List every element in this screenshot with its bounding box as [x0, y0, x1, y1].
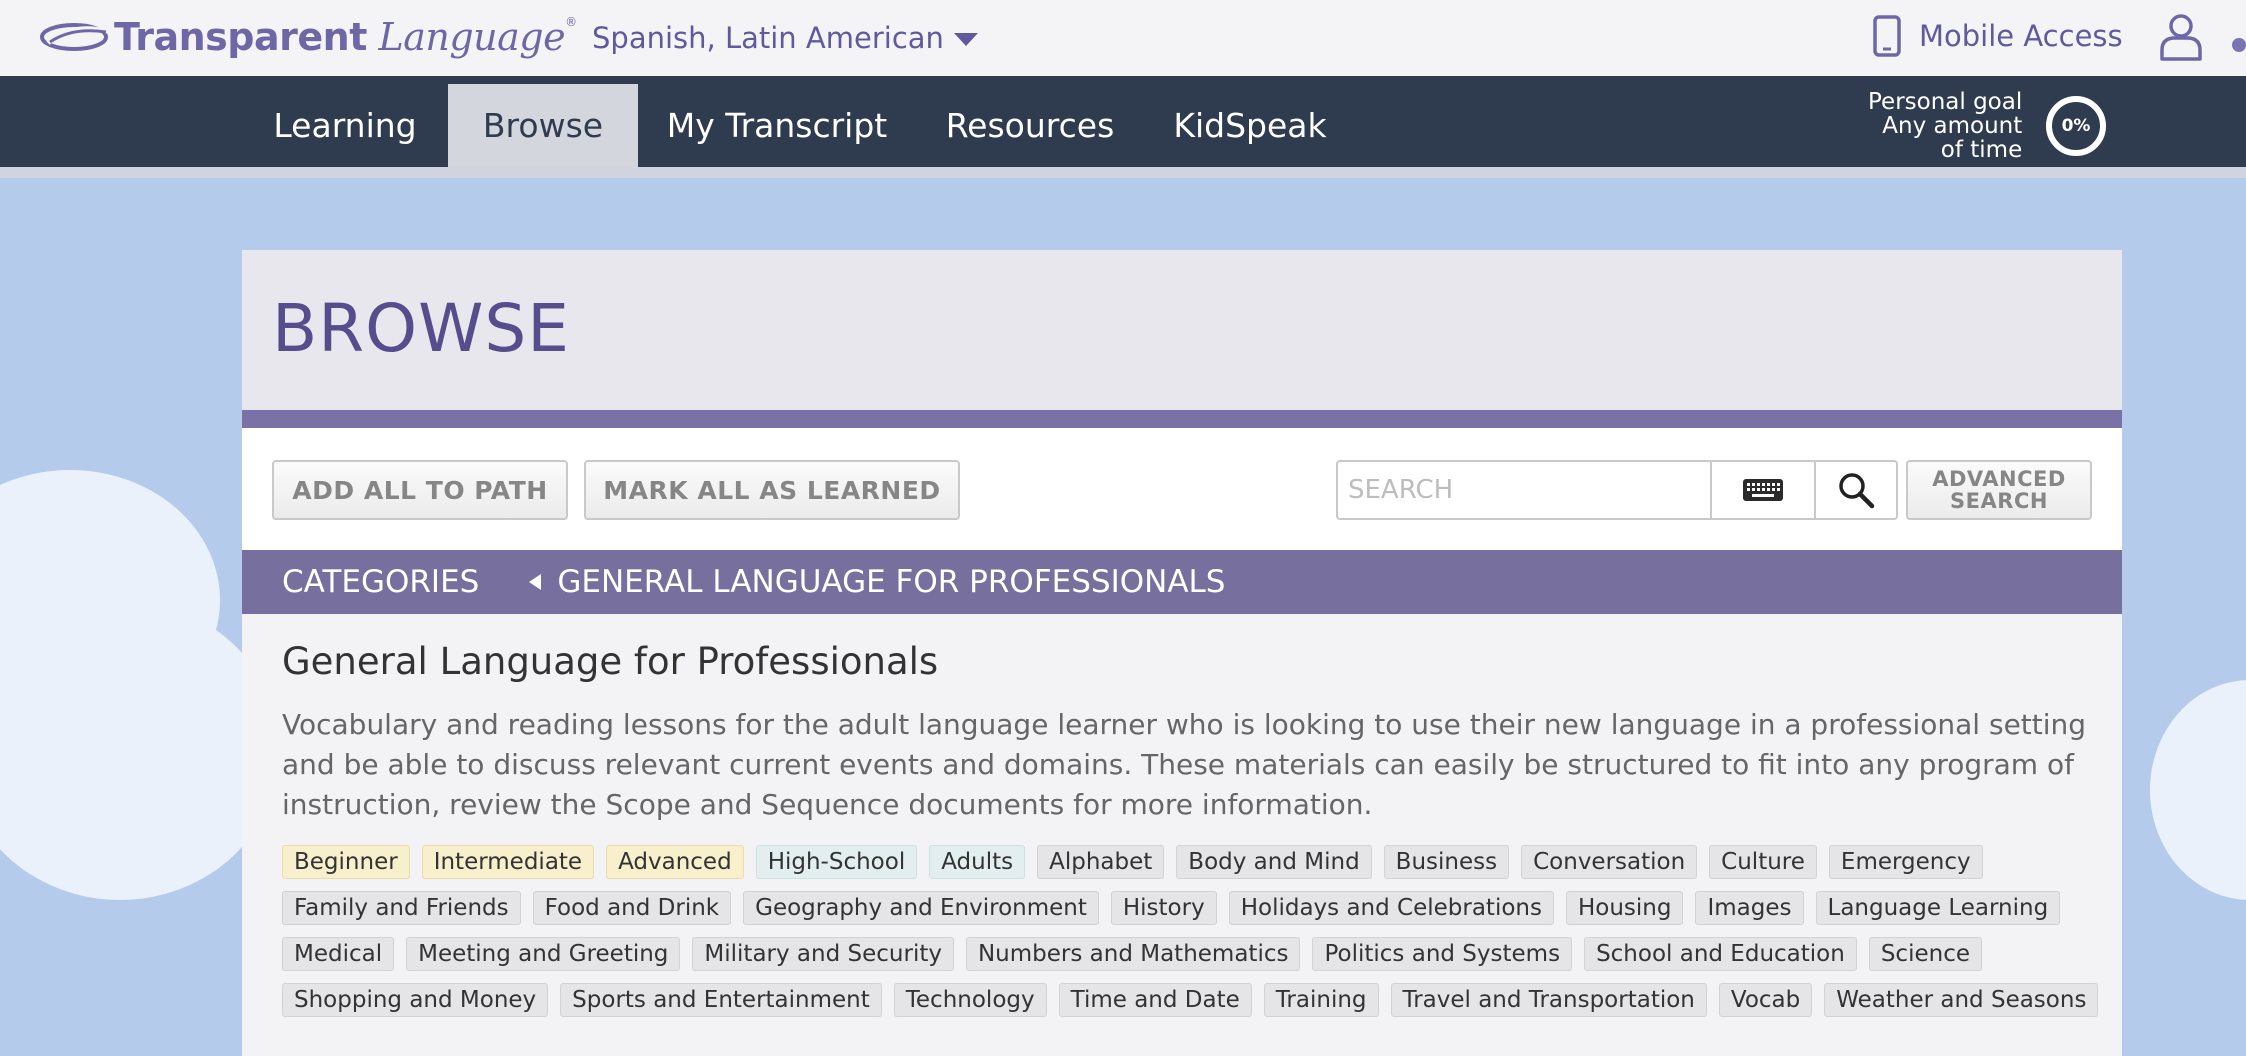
cloud-right	[2150, 680, 2246, 900]
mark-all-label: MARK ALL AS LEARNED	[603, 475, 941, 505]
advanced-search-label-1: ADVANCED	[1932, 467, 2066, 491]
page-title: BROWSE	[272, 290, 570, 367]
tag-chip[interactable]: Beginner	[282, 845, 410, 879]
more-icon[interactable]	[2232, 38, 2246, 52]
goal-line-1: Personal goal	[1868, 89, 2023, 115]
logo-registered-mark: ®	[565, 15, 577, 29]
tag-chip[interactable]: Holidays and Celebrations	[1228, 891, 1554, 925]
logo-swoosh-icon	[40, 23, 109, 51]
tag-chip[interactable]: School and Education	[1584, 937, 1857, 971]
tag-chip[interactable]: Medical	[282, 937, 395, 971]
mobile-access-label: Mobile Access	[1919, 19, 2123, 53]
language-selector-label: Spanish, Latin American	[592, 21, 944, 55]
tag-chip[interactable]: Culture	[1709, 845, 1817, 879]
language-selector[interactable]: Spanish, Latin American	[592, 18, 978, 58]
tag-chip[interactable]: Body and Mind	[1176, 845, 1372, 879]
virtual-keyboard-button[interactable]	[1710, 460, 1816, 520]
tag-chip[interactable]: Vocab	[1718, 983, 1813, 1017]
tag-chip[interactable]: History	[1110, 891, 1217, 925]
tag-chip[interactable]: Politics and Systems	[1312, 937, 1573, 971]
panel-header: BROWSE	[242, 250, 2122, 410]
tag-chip[interactable]: Housing	[1565, 891, 1684, 925]
search-input[interactable]	[1336, 460, 1710, 520]
tab-kidspeak-label: KidSpeak	[1173, 106, 1327, 145]
tab-learning-label: Learning	[273, 106, 417, 145]
tab-resources[interactable]: Resources	[940, 84, 1120, 167]
header-divider	[242, 410, 2122, 428]
tag-chip[interactable]: Sports and Entertainment	[560, 983, 882, 1017]
phone-icon	[1873, 15, 1901, 57]
tag-chip[interactable]: Images	[1695, 891, 1804, 925]
search-button[interactable]	[1816, 460, 1898, 520]
tag-chip[interactable]: Emergency	[1828, 845, 1983, 879]
tag-chip[interactable]: Technology	[893, 983, 1047, 1017]
tab-resources-label: Resources	[945, 106, 1115, 145]
tab-browse[interactable]: Browse	[448, 84, 638, 167]
tag-chip[interactable]: Military and Security	[692, 937, 954, 971]
nav-underline	[0, 167, 2246, 178]
tab-my-transcript[interactable]: My Transcript	[662, 84, 892, 167]
logo-brand-bold: Transparent	[114, 15, 367, 59]
tab-my-transcript-label: My Transcript	[666, 106, 888, 145]
category-description: Vocabulary and reading lessons for the a…	[282, 708, 2087, 821]
personal-goal[interactable]: Personal goal Any amount of time	[1868, 90, 2022, 162]
transparent-language-logo[interactable]: Transparent Language®	[38, 12, 577, 62]
category-tags: Beginner Intermediate Advanced High-School A…	[282, 845, 2102, 1017]
keyboard-icon	[1743, 479, 1783, 501]
cloud-left-lower	[0, 600, 280, 900]
main-nav: Learning Browse My Transcript Resources …	[0, 76, 2246, 167]
goal-line-2: Any amount	[1882, 113, 2023, 139]
tag-chip[interactable]: Meeting and Greeting	[406, 937, 681, 971]
tag-chip[interactable]: Language Learning	[1815, 891, 2061, 925]
goal-line-3: of time	[1940, 137, 2023, 163]
browse-toolbar: ADD ALL TO PATH MARK ALL AS LEARNED SEAR…	[242, 428, 2122, 550]
top-bar: Transparent Language® Spanish, Latin Ame…	[0, 0, 2246, 76]
browse-panel: BROWSE ADD ALL TO PATH MARK ALL AS LEARN…	[242, 250, 2122, 1056]
mark-all-as-learned-button[interactable]: MARK ALL AS LEARNED	[584, 460, 960, 520]
breadcrumb-current: GENERAL LANGUAGE FOR PROFESSIONALS	[557, 564, 1226, 600]
mobile-access-link[interactable]: Mobile Access	[1873, 14, 2123, 58]
logo-brand-italic: Language	[378, 15, 566, 59]
category-content: General Language for Professionals Vocab…	[282, 640, 2102, 1017]
tag-chip[interactable]: Training	[1263, 983, 1379, 1017]
tag-chip[interactable]: Family and Friends	[282, 891, 521, 925]
goal-percent: 0%	[2061, 116, 2091, 136]
add-all-label: ADD ALL TO PATH	[292, 475, 548, 505]
tag-chip[interactable]: Geography and Environment	[743, 891, 1099, 925]
tag-chip[interactable]: Alphabet	[1037, 845, 1165, 879]
tag-chip[interactable]: Business	[1383, 845, 1510, 879]
tag-chip[interactable]: Conversation	[1521, 845, 1698, 879]
tab-browse-label: Browse	[482, 106, 604, 145]
tag-chip[interactable]: Adults	[929, 845, 1026, 879]
tag-chip[interactable]: Travel and Transportation	[1390, 983, 1707, 1017]
logo-text: Transparent Language®	[114, 15, 577, 59]
tag-chip[interactable]: Science	[1868, 937, 1982, 971]
add-all-to-path-button[interactable]: ADD ALL TO PATH	[272, 460, 568, 520]
search-icon	[1839, 473, 1875, 509]
advanced-search-button[interactable]: ADVANCED SEARCH	[1906, 460, 2092, 520]
tag-chip[interactable]: Intermediate	[421, 845, 595, 879]
tag-chip[interactable]: Numbers and Mathematics	[965, 937, 1301, 971]
breadcrumb: CATEGORIES GENERAL LANGUAGE FOR PROFESSI…	[242, 550, 2122, 614]
tag-chip[interactable]: Advanced	[606, 845, 744, 879]
caret-left-icon[interactable]	[529, 574, 542, 590]
tag-chip[interactable]: Food and Drink	[532, 891, 732, 925]
user-icon[interactable]	[2158, 12, 2204, 62]
tag-chip[interactable]: Shopping and Money	[282, 983, 549, 1017]
breadcrumb-categories[interactable]: CATEGORIES	[282, 564, 479, 600]
goal-progress-ring[interactable]: 0%	[2046, 96, 2106, 156]
tag-chip[interactable]: Time and Date	[1058, 983, 1252, 1017]
tag-chip[interactable]: Weather and Seasons	[1824, 983, 2099, 1017]
advanced-search-label-2: SEARCH	[1950, 489, 2048, 513]
category-title: General Language for Professionals	[282, 640, 939, 683]
tab-kidspeak[interactable]: KidSpeak	[1170, 84, 1330, 167]
tab-learning[interactable]: Learning	[262, 84, 428, 167]
caret-down-icon	[953, 33, 978, 46]
tag-chip[interactable]: High-School	[755, 845, 918, 879]
